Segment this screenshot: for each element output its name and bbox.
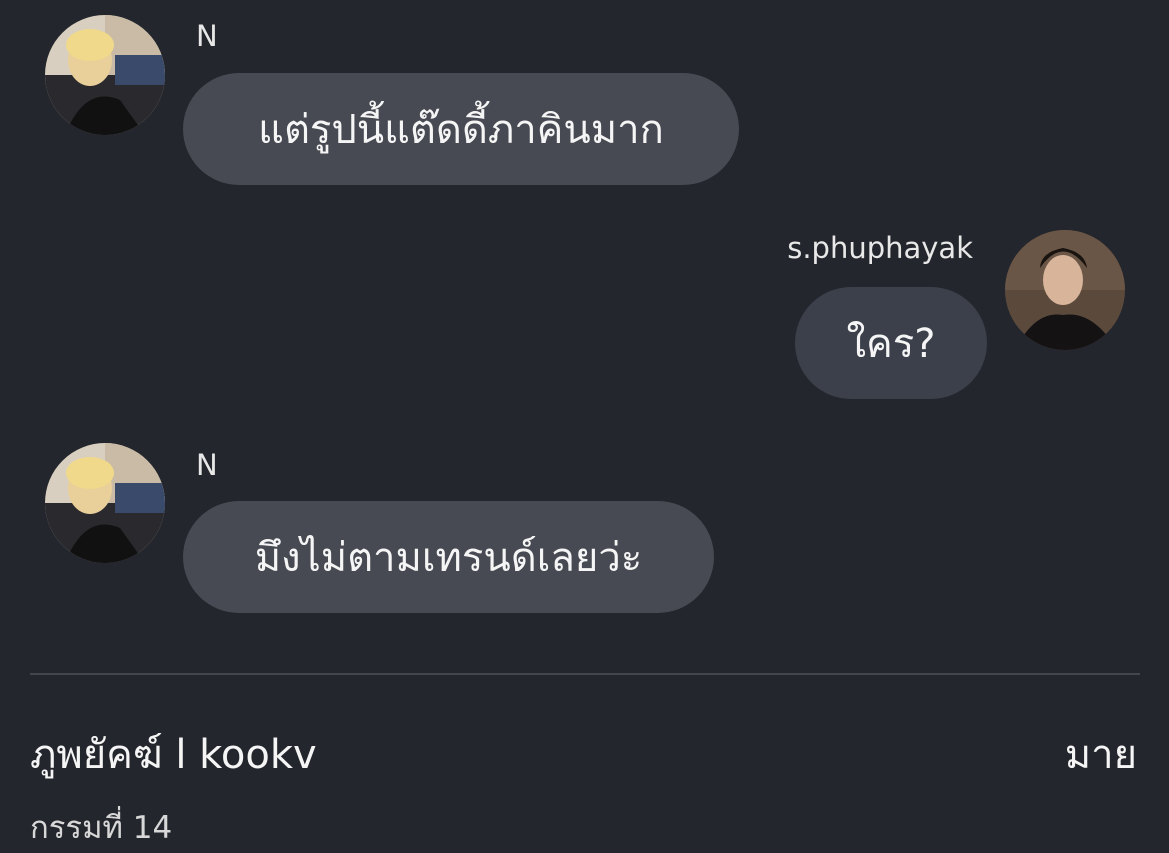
sender-avatar-n[interactable] xyxy=(45,443,165,563)
chapter-label: กรรมที่ 14 xyxy=(30,810,173,846)
avatar-photo-blonde-icon xyxy=(45,15,165,135)
sender-avatar-n[interactable] xyxy=(45,15,165,135)
avatar-photo-dark-hair-icon xyxy=(1005,230,1125,350)
message-bubble[interactable]: แต่รูปนี้แต๊ดดี้ภาคินมาก xyxy=(183,73,739,185)
sender-name: s.phuphayak xyxy=(787,231,973,265)
story-title[interactable]: ภูพยัคฆ์ l kookv xyxy=(30,722,317,786)
message-bubble[interactable]: ใคร? xyxy=(795,287,987,399)
divider xyxy=(30,673,1140,675)
sender-name: N xyxy=(196,19,218,53)
sender-avatar-s-phuphayak[interactable] xyxy=(1005,230,1125,350)
sender-name: N xyxy=(196,448,218,482)
author-name[interactable]: มาย xyxy=(1065,722,1137,786)
message-bubble[interactable]: มึงไม่ตามเทรนด์เลยว่ะ xyxy=(183,501,714,613)
avatar-photo-blonde-icon xyxy=(45,443,165,563)
